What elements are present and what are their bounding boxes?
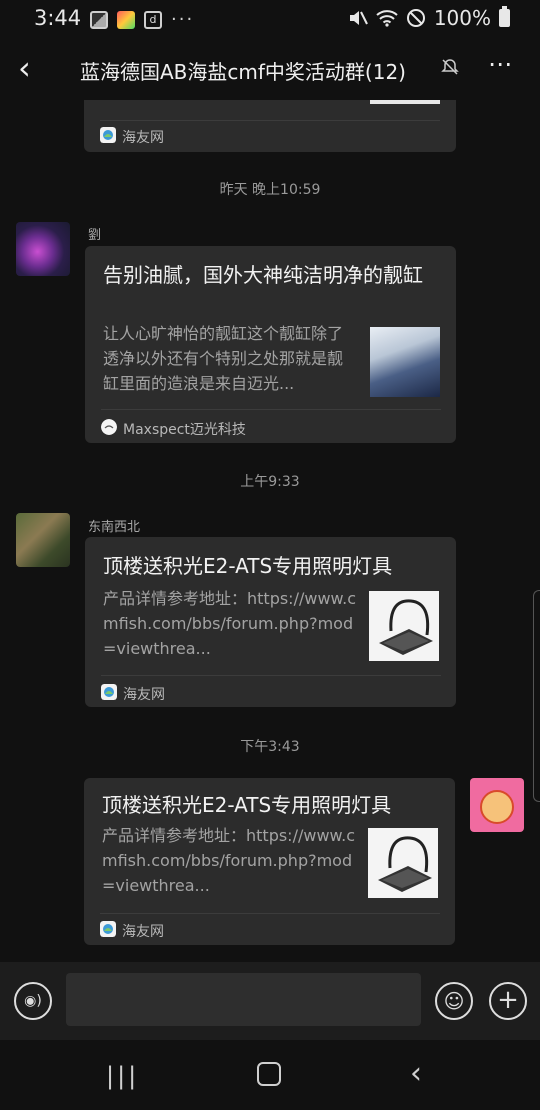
app-icon — [117, 10, 135, 29]
sender-name: 东南西北 — [88, 520, 141, 535]
voice-icon[interactable]: ◉) — [14, 982, 52, 1020]
edge-panel-handle[interactable] — [533, 590, 540, 802]
haiyou-logo-icon — [100, 127, 116, 143]
more-dots-icon: ··· — [171, 9, 195, 30]
timestamp: 昨天 晚上10:59 — [219, 182, 321, 198]
muted-bell-icon — [441, 59, 459, 75]
timestamp: 下午3:43 — [240, 739, 300, 755]
chat-header: ‹ 蓝海德国AB海盐cmf中奖活动群(12) ⋯ — [0, 38, 540, 100]
card-title: 顶楼送积光E2-ATS专用照明灯具 — [102, 793, 392, 817]
haiyou-logo-icon — [101, 684, 117, 700]
recent-apps-icon[interactable]: ||| — [106, 1062, 139, 1090]
timestamp: 上午9:33 — [240, 474, 300, 490]
status-time: 3:44 — [34, 6, 82, 30]
card-source: 海友网 — [122, 130, 164, 146]
tiktok-icon: d — [144, 10, 162, 29]
notification-icons: d ··· — [90, 9, 194, 30]
article-thumbnail — [370, 327, 440, 397]
card-divider — [101, 409, 441, 410]
thumbnail-partial — [370, 100, 440, 104]
my-avatar[interactable] — [470, 778, 524, 832]
emoji-icon[interactable]: ☺ — [435, 982, 473, 1020]
home-icon[interactable] — [257, 1062, 281, 1086]
card-source: 海友网 — [123, 687, 165, 703]
avatar[interactable] — [16, 222, 70, 276]
avatar[interactable] — [16, 513, 70, 567]
haiyou-logo-icon — [100, 921, 116, 937]
chat-area[interactable]: 海友网 昨天 晚上10:59 劉 告别油腻，国外大神纯洁明净的靓缸 让人心旷神怡… — [0, 100, 540, 962]
message-input[interactable] — [66, 973, 421, 1026]
message-card-partial[interactable]: 海友网 — [84, 100, 456, 152]
product-thumbnail — [369, 591, 439, 661]
card-title: 告别油腻，国外大神纯洁明净的靓缸 — [103, 263, 423, 287]
photo-icon — [90, 10, 108, 29]
card-source: 海友网 — [122, 924, 164, 940]
status-right: 100% — [348, 6, 510, 30]
plus-icon[interactable]: + — [489, 982, 527, 1020]
status-bar: 3:44 d ··· 100% — [0, 0, 540, 38]
dnd-icon — [406, 9, 425, 27]
input-bar: ◉) ☺ + — [0, 962, 540, 1040]
battery-percent: 100% — [433, 6, 491, 30]
maxspect-logo-icon — [101, 419, 117, 435]
card-description: 产品详情参考地址：https://www.cmfish.com/bbs/foru… — [102, 826, 356, 895]
back-icon[interactable]: ‹ — [18, 52, 31, 84]
card-divider — [100, 913, 440, 914]
message-card[interactable]: 告别油腻，国外大神纯洁明净的靓缸 让人心旷神怡的靓缸这个靓缸除了透净以外还有个特… — [85, 246, 456, 443]
product-thumbnail — [368, 828, 438, 898]
avatar-character — [480, 790, 514, 824]
mute-icon — [349, 11, 368, 25]
card-divider — [101, 675, 441, 676]
more-icon[interactable]: ⋯ — [488, 50, 514, 78]
system-nav-bar: ||| ‹ — [0, 1040, 540, 1110]
chat-title: 蓝海德国AB海盐cmf中奖活动群(12) — [80, 60, 406, 84]
wifi-icon — [376, 10, 398, 27]
sender-name: 劉 — [88, 228, 102, 243]
card-title: 顶楼送积光E2-ATS专用照明灯具 — [103, 554, 393, 578]
card-source: Maxspect迈光科技 — [123, 422, 246, 438]
card-divider — [100, 120, 440, 121]
back-icon[interactable]: ‹ — [410, 1056, 422, 1091]
message-card[interactable]: 顶楼送积光E2-ATS专用照明灯具 产品详情参考地址：https://www.c… — [85, 537, 456, 707]
battery-icon — [499, 6, 510, 27]
card-description: 产品详情参考地址：https://www.cmfish.com/bbs/foru… — [103, 589, 357, 658]
card-description: 让人心旷神怡的靓缸这个靓缸除了透净以外还有个特别之处那就是靓缸里面的造浪是来自迈… — [103, 324, 344, 393]
message-card-self[interactable]: 顶楼送积光E2-ATS专用照明灯具 产品详情参考地址：https://www.c… — [84, 778, 455, 945]
